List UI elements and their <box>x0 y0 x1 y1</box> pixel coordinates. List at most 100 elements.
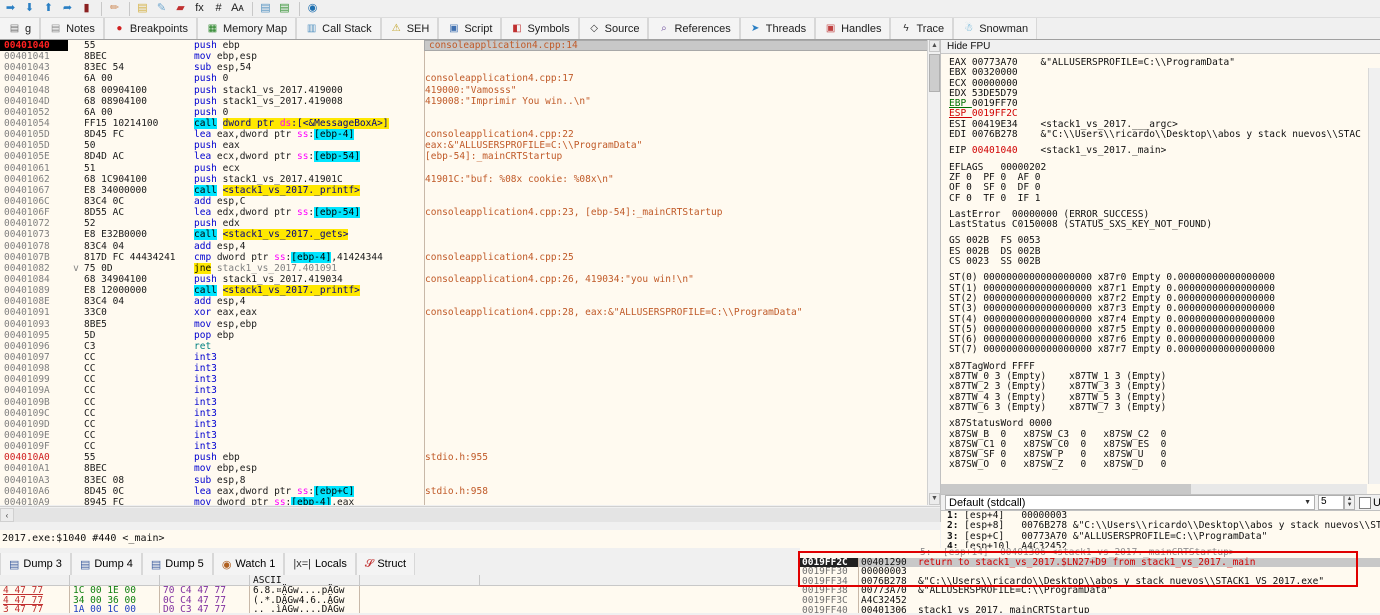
arg-count-input[interactable]: 5 <box>1318 495 1345 510</box>
disassembly-row[interactable]: 00401084 68 34904100 push stack1_vs_2017.4… <box>0 273 940 286</box>
disassembly-row[interactable]: 00401078 83C4 04 add esp,4 <box>0 240 940 252</box>
dump-tab-dump-5[interactable]: ▤ Dump 5 <box>141 553 213 575</box>
disassembly-row[interactable]: 00401091 33C0 xor eax,eax consoleapplicatio… <box>0 307 940 319</box>
arguments-view[interactable]: 1: [esp+4] 00000003 2: [esp+8] 0076B278 … <box>941 511 1380 553</box>
globe-icon[interactable]: ◉ <box>304 1 321 17</box>
scroll-thumb[interactable] <box>929 54 940 92</box>
arg-count-stepper[interactable]: ▲ ▼ <box>1344 495 1356 510</box>
disassembly-row[interactable]: 00401062 68 1C904100 push stack1_vs_2017.4… <box>0 173 940 185</box>
disassembly-row[interactable]: 00401043 83EC 54 sub esp,54 <box>0 62 940 74</box>
tab-symbols[interactable]: ◧ Symbols <box>501 18 579 39</box>
disassembly-row[interactable]: 0040109C CC int3 <box>0 407 940 419</box>
register-eip[interactable]: EIP 00401040 <stack1_vs_2017._main> <box>949 146 1380 156</box>
x87-tagword-4[interactable]: x87TW_6 3 (Empty) x87TW_7 3 (Empty) <box>949 402 1380 413</box>
disassembly-row[interactable]: 00401067 E8 34000000 call <stack1_vs_2017.… <box>0 184 940 196</box>
scroll-up-arrow-icon[interactable]: ▲ <box>929 40 940 52</box>
tab-handles[interactable]: ▣ Handles <box>815 18 891 39</box>
tab-references[interactable]: ⌕ References <box>648 18 740 39</box>
tab-script[interactable]: ▣ Script <box>438 18 502 39</box>
dump-row[interactable]: 4 47 77 1C 00 1E 00 70 C4 47 77 6.8.¤ÄGw...… <box>0 586 940 596</box>
hide-fpu-toggle[interactable]: Hide FPU <box>941 40 1380 54</box>
disassembly-row[interactable]: 00401096 C3 ret <box>0 340 940 352</box>
tab-snowman[interactable]: ☃ Snowman <box>953 18 1038 39</box>
disassembly-hscrollbar[interactable]: ‹ <box>0 506 940 522</box>
patch-icon[interactable]: ✎ <box>153 1 170 17</box>
disassembly-row[interactable]: 00401082 v 75 0D jne stack1_vs_2017.401091 <box>0 262 940 274</box>
tab-breakpoints[interactable]: ● Breakpoints <box>103 18 197 39</box>
dump-tab-watch-1[interactable]: ◉ Watch 1 <box>212 553 285 575</box>
disassembly-row[interactable]: 0040104D 68 08904100 push stack1_vs_2017.4… <box>0 95 940 107</box>
dump-tab-dump-3[interactable]: ▤ Dump 3 <box>0 553 71 575</box>
execute-till-return-icon[interactable]: ⬆ <box>40 1 57 17</box>
dump-row[interactable]: 4 47 77 34 00 36 00 0C C4 47 77 (.*.DÄGw4.6… <box>0 595 940 606</box>
stack-view[interactable]: 5: [esp+14] 00401306 <stack1_vs_2017._ma… <box>800 548 1380 615</box>
dump-tab-strip[interactable]: ▤ Dump 3 ▤ Dump 4 ▤ Dump 5 ◉ Watch 1 |x=| Locals 𝓢… <box>0 553 940 575</box>
font-icon[interactable]: Aᴀ <box>229 1 246 17</box>
disassembly-row[interactable]: 00401041 8BEC mov ebp,esp <box>0 51 940 63</box>
disassembly-row[interactable]: 004010A6 8D45 0C lea eax,dword ptr ss:[ebp… <box>0 485 940 497</box>
disassembly-row[interactable]: 004010A3 83EC 08 sub esp,8 <box>0 474 940 486</box>
disassembly-row[interactable]: 00401093 8BE5 mov esp,ebp <box>0 318 940 330</box>
memory-icon[interactable]: ▮ <box>78 1 95 17</box>
function-icon[interactable]: fx <box>191 1 208 17</box>
last-line-1[interactable]: LastStatus C0150008 (STATUS_SXS_KEY_NOT_… <box>949 220 1380 230</box>
disassembly-view[interactable]: 00401040 55 push ebp 00401041 8BEC mov ebp,es… <box>0 40 940 505</box>
disassembly-row[interactable]: 00401054 FF15 10214100 call dword ptr ds:[… <box>0 117 940 130</box>
hscroll-thumb[interactable] <box>941 484 1191 494</box>
registers-view[interactable]: EAX 00773A70 &"ALLUSERSPROFILE=C:\\Progr… <box>941 54 1380 494</box>
bookmark-icon[interactable]: ▰ <box>172 1 189 17</box>
step-into-icon[interactable]: ➡ <box>2 1 19 17</box>
disassembly-vscrollbar[interactable]: ▲ ▼ <box>927 40 940 505</box>
calling-convention-select[interactable]: Default (stdcall) ▼ <box>945 495 1316 510</box>
disassembly-row[interactable]: 00401073 E8 E32B0000 call <stack1_vs_2017.… <box>0 229 940 241</box>
segment-line-2[interactable]: CS 0023 SS 002B <box>949 257 1380 267</box>
fpu-st-7[interactable]: ST(7) 0000000000000000000 x87r7 Empty 0.… <box>949 345 1380 355</box>
disassembly-row[interactable]: 0040106C 83C4 0C add esp,C <box>0 195 940 208</box>
disassembly-row[interactable]: 0040109D CC int3 <box>0 418 940 430</box>
dump-tab-struct[interactable]: 𝓢 Struct <box>355 553 416 575</box>
disassembly-row[interactable]: 00401098 CC int3 <box>0 363 940 375</box>
registers-vscrollbar[interactable] <box>1368 68 1380 484</box>
tab-trace[interactable]: ϟ Trace <box>890 18 954 39</box>
disassembly-row[interactable]: 00401097 CC int3 <box>0 351 940 364</box>
hscroll-track[interactable] <box>14 507 940 522</box>
dump-view[interactable]: ASCII 4 47 77 1C 00 1E 00 70 C4 47 77 6.8.¤Ä… <box>0 575 940 615</box>
disassembly-row[interactable]: 00401046 6A 00 push 0 consoleapplication4.c… <box>0 73 940 85</box>
tab-memory-map[interactable]: ▦ Memory Map <box>196 18 297 39</box>
disassembly-row[interactable]: 00401072 52 push edx <box>0 218 940 230</box>
chevron-down-icon[interactable]: ▼ <box>1304 499 1311 506</box>
tab-notes[interactable]: ▤ Notes <box>40 18 104 39</box>
disassembly-row[interactable]: 0040109A CC int3 <box>0 385 940 397</box>
tab-seh[interactable]: ⚠ SEH <box>380 18 439 39</box>
eraser-icon[interactable]: ✏ <box>106 1 123 17</box>
disassembly-row[interactable]: 004010A0 55 push ebp stdio.h:955 <box>0 452 940 464</box>
disassembly-row[interactable]: 0040109E CC int3 <box>0 429 940 442</box>
unlocked-checkbox[interactable] <box>1359 496 1372 509</box>
run-to-user-code-icon[interactable]: ➦ <box>59 1 76 17</box>
scroll-left-arrow-icon[interactable]: ‹ <box>0 507 14 522</box>
disassembly-row[interactable]: 004010A1 8BEC mov ebp,esp <box>0 463 940 475</box>
disassembly-row[interactable]: 0040105E 8D4D AC lea ecx,dword ptr ss:[ebp… <box>0 151 940 163</box>
tab-g[interactable]: ▤ g <box>0 18 41 39</box>
registers-hscrollbar[interactable] <box>941 484 1367 494</box>
disassembly-row[interactable]: 00401048 68 00904100 push stack1_vs_2017.4… <box>0 84 940 96</box>
disassembly-row[interactable]: 00401089 E8 12000000 call <stack1_vs_2017.… <box>0 285 940 297</box>
disassembly-row[interactable]: 0040107B 817D FC 44434241 cmp dword ptr ss… <box>0 251 940 263</box>
scroll-down-arrow-icon[interactable]: ▼ <box>929 493 940 505</box>
disassembly-row[interactable]: 004010A9 8945 FC mov dword ptr ss:[ebp-4],… <box>0 496 940 505</box>
disassembly-row[interactable]: 0040108E 83C4 04 add esp,4 <box>0 296 940 308</box>
disassembly-row[interactable]: 00401099 CC int3 <box>0 374 940 386</box>
dump-tab-locals[interactable]: |x=| Locals <box>284 553 356 575</box>
tab-source[interactable]: ◇ Source <box>578 18 649 39</box>
view-tab-strip[interactable]: ▤ g ▤ Notes ● Breakpoints ▦ Memory Map ▥ Call Sta… <box>0 18 1380 40</box>
disassembly-row[interactable]: 0040106F 8D55 AC lea edx,dword ptr ss:[ebp… <box>0 207 940 219</box>
step-over-icon[interactable]: ⬇ <box>21 1 38 17</box>
disassembly-row[interactable]: 0040105D 50 push eax eax:&"ALLUSERSPROFILE=… <box>0 140 940 152</box>
hash-icon[interactable]: # <box>210 1 227 17</box>
tab-call-stack[interactable]: ▥ Call Stack <box>296 18 381 39</box>
disassembly-row[interactable]: 0040109B CC int3 <box>0 396 940 408</box>
register-edi[interactable]: EDI 0076B278 &"C:\\Users\\ricardo\\Deskt… <box>949 130 1380 140</box>
disassembly-row[interactable]: 00401095 5D pop ebp <box>0 329 940 341</box>
dump-tab-dump-4[interactable]: ▤ Dump 4 <box>70 553 142 575</box>
disassembly-row[interactable]: 00401061 51 push ecx <box>0 162 940 174</box>
